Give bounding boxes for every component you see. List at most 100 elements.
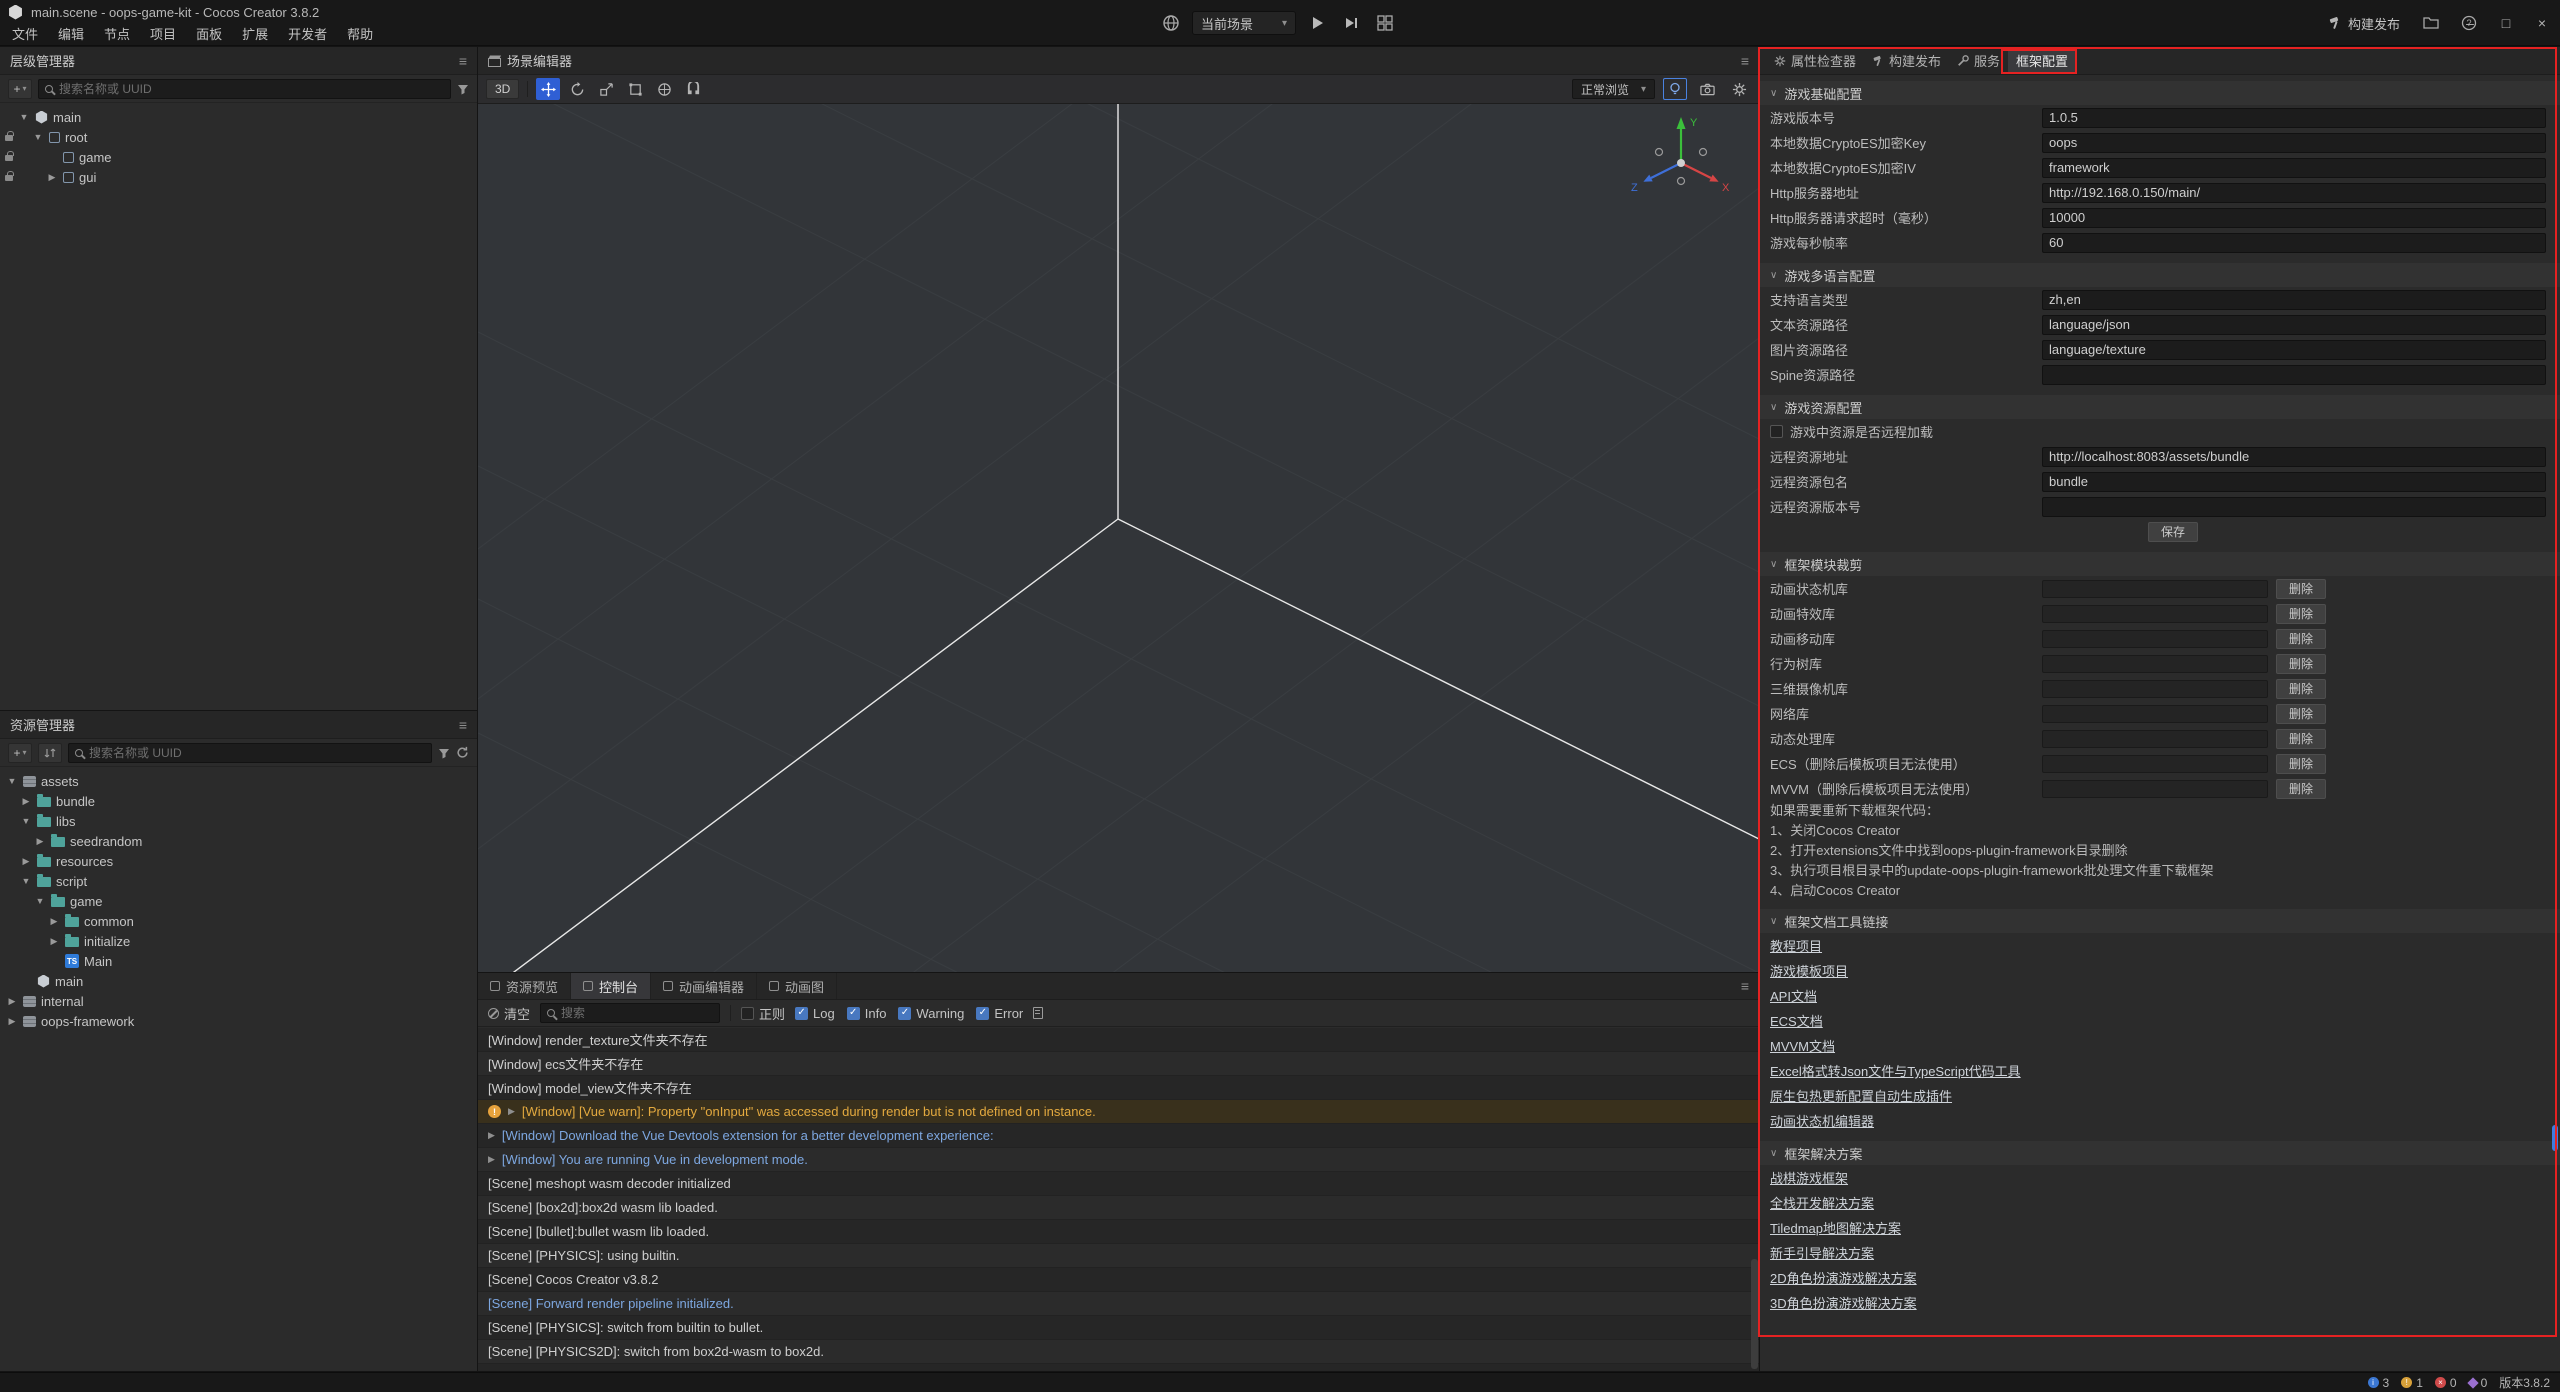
collapse-arrow-icon[interactable]: ▼ [20,876,32,886]
menu-panel[interactable]: 面板 [186,24,232,46]
open-folder-icon[interactable] [2418,11,2444,35]
expand-arrow-icon[interactable]: ▶ [20,856,32,867]
link-guide[interactable]: 新手引导解决方案 [1770,1243,1874,1262]
panel-menu-icon[interactable]: ≡ [459,53,467,69]
delete-button-network[interactable]: 删除 [2276,704,2326,724]
gizmo-space-button[interactable] [652,78,676,100]
log-row[interactable]: [Scene] Cocos Creator v3.8.2 [478,1268,1759,1292]
field-input-crypto-key[interactable] [2042,133,2546,153]
link-rpg2d[interactable]: 2D角色扮演游戏解决方案 [1770,1268,1917,1287]
link-mvvm-doc[interactable]: MVVM文档 [1770,1036,1835,1055]
link-hotupdate-plugin[interactable]: 原生包热更新配置自动生成插件 [1770,1086,1952,1105]
filter-icon[interactable] [438,747,450,759]
asset-node-script[interactable]: ▼script [0,871,477,891]
rotate-tool-button[interactable] [565,78,589,100]
menu-node[interactable]: 节点 [94,24,140,46]
checkbox-warning[interactable]: ✓ [898,1007,911,1020]
section-header-module-trim[interactable]: ∨框架模块裁剪 [1760,552,2560,576]
menu-help[interactable]: 帮助 [337,24,383,46]
collapse-arrow-icon[interactable]: ▼ [6,776,18,786]
hierarchy-node-game[interactable]: game [0,147,477,167]
assets-search-input[interactable] [89,746,425,760]
build-publish-button[interactable]: 构建发布 [2322,12,2406,35]
expand-arrow-icon[interactable]: ▶ [34,836,46,847]
collapse-arrow-icon[interactable]: ▼ [34,896,46,906]
expand-caret-icon[interactable]: ▶ [488,1130,495,1141]
console-tab-anim-graph[interactable]: 动画图 [757,973,837,999]
asset-node-common[interactable]: ▶common [0,911,477,931]
field-input-texture-path[interactable] [2042,340,2546,360]
checkbox-log[interactable]: ✓ [795,1007,808,1020]
asset-node-internal[interactable]: ▶internal [0,991,477,1011]
view-mode-select[interactable]: 正常浏览 ▾ [1572,79,1655,99]
error-count[interactable]: × 0 [2435,1376,2457,1390]
minimize-button[interactable]: – [2452,0,2488,46]
clear-console-button[interactable]: 清空 [488,1004,530,1023]
collapse-arrow-icon[interactable]: ▼ [32,132,44,142]
delete-button-effect[interactable]: 删除 [2276,604,2326,624]
section-header-game-basic[interactable]: ∨游戏基础配置 [1760,81,2560,105]
log-row[interactable]: [Scene] Forward render pipeline initiali… [478,1292,1759,1316]
asset-node-oops-framework[interactable]: ▶oops-framework [0,1011,477,1031]
dimension-toggle-button[interactable]: 3D [486,79,519,99]
log-row[interactable]: [Scene] [PHYSICS2D]: switch from box2d-w… [478,1340,1759,1364]
expand-arrow-icon[interactable]: ▶ [48,936,60,947]
launch-scene-select[interactable]: 当前场景 ▾ [1192,11,1296,35]
expand-caret-icon[interactable]: ▶ [508,1106,515,1117]
scene-light-toggle[interactable] [1663,78,1687,100]
move-tool-button[interactable] [536,78,560,100]
console-tab-anim-editor[interactable]: 动画编辑器 [651,973,757,999]
menu-developer[interactable]: 开发者 [278,24,337,46]
field-input-fps[interactable] [2042,233,2546,253]
asset-node-assets[interactable]: ▼assets [0,771,477,791]
close-button[interactable]: × [2524,0,2560,46]
regex-toggle[interactable]: 正则 [741,1004,785,1023]
refresh-icon[interactable] [456,746,469,759]
hierarchy-node-main[interactable]: ▼main [0,107,477,127]
log-row[interactable]: [Scene] [box2d]:box2d wasm lib loaded. [478,1196,1759,1220]
hierarchy-node-root[interactable]: ▼root [0,127,477,147]
expand-arrow-icon[interactable]: ▶ [48,916,60,927]
export-log-icon[interactable] [1033,1007,1043,1019]
regex-checkbox[interactable] [741,1007,754,1020]
gear-icon[interactable] [1727,78,1751,100]
save-button[interactable]: 保存 [2148,522,2198,542]
panel-menu-icon[interactable]: ≡ [459,717,467,733]
expand-arrow-icon[interactable]: ▶ [6,996,18,1007]
link-tutorial[interactable]: 教程项目 [1770,936,1822,955]
delete-button-move[interactable]: 删除 [2276,629,2326,649]
expand-arrow-icon[interactable]: ▶ [46,172,58,183]
hierarchy-node-gui[interactable]: ▶gui [0,167,477,187]
menu-file[interactable]: 文件 [2,24,48,46]
link-fullstack[interactable]: 全栈开发解决方案 [1770,1193,1874,1212]
layout-icon[interactable] [1372,11,1398,35]
snap-tool-button[interactable] [681,78,705,100]
scene-viewport[interactable]: Y X Z [478,104,1759,972]
section-header-game-res[interactable]: ∨游戏资源配置 [1760,395,2560,419]
field-input-remote-address[interactable] [2042,447,2546,467]
filter-info[interactable]: ✓Info [847,1006,887,1021]
delete-button-animator[interactable]: 删除 [2276,579,2326,599]
log-row[interactable]: [Window] render_texture文件夹不存在 [478,1028,1759,1052]
log-row[interactable]: [Scene] [PHYSICS]: switch from builtin t… [478,1316,1759,1340]
log-row[interactable]: [Scene] [bullet]:bullet wasm lib loaded. [478,1220,1759,1244]
step-button[interactable] [1338,11,1364,35]
info-count[interactable]: i 3 [2368,1376,2390,1390]
play-button[interactable] [1304,11,1330,35]
section-header-solutions[interactable]: ∨框架解决方案 [1760,1141,2560,1165]
field-input-http-server[interactable] [2042,183,2546,203]
filter-icon[interactable] [457,83,469,95]
link-tiledmap[interactable]: Tiledmap地图解决方案 [1770,1218,1901,1237]
section-header-game-language[interactable]: ∨游戏多语言配置 [1760,263,2560,287]
panel-menu-icon[interactable]: ≡ [1741,978,1749,994]
console-tab-console[interactable]: 控制台 [571,973,651,999]
inspector-scrollbar-thumb[interactable] [2552,1125,2558,1151]
link-ecs-doc[interactable]: ECS文档 [1770,1011,1823,1030]
lock-icon[interactable] [5,155,13,161]
field-input-languages[interactable] [2042,290,2546,310]
field-input-remote-bundle[interactable] [2042,472,2546,492]
menu-project[interactable]: 项目 [140,24,186,46]
filter-log[interactable]: ✓Log [795,1006,835,1021]
log-row[interactable]: [Scene] meshopt wasm decoder initialized [478,1172,1759,1196]
inspector-tab-service[interactable]: 服务 [1949,47,2008,74]
